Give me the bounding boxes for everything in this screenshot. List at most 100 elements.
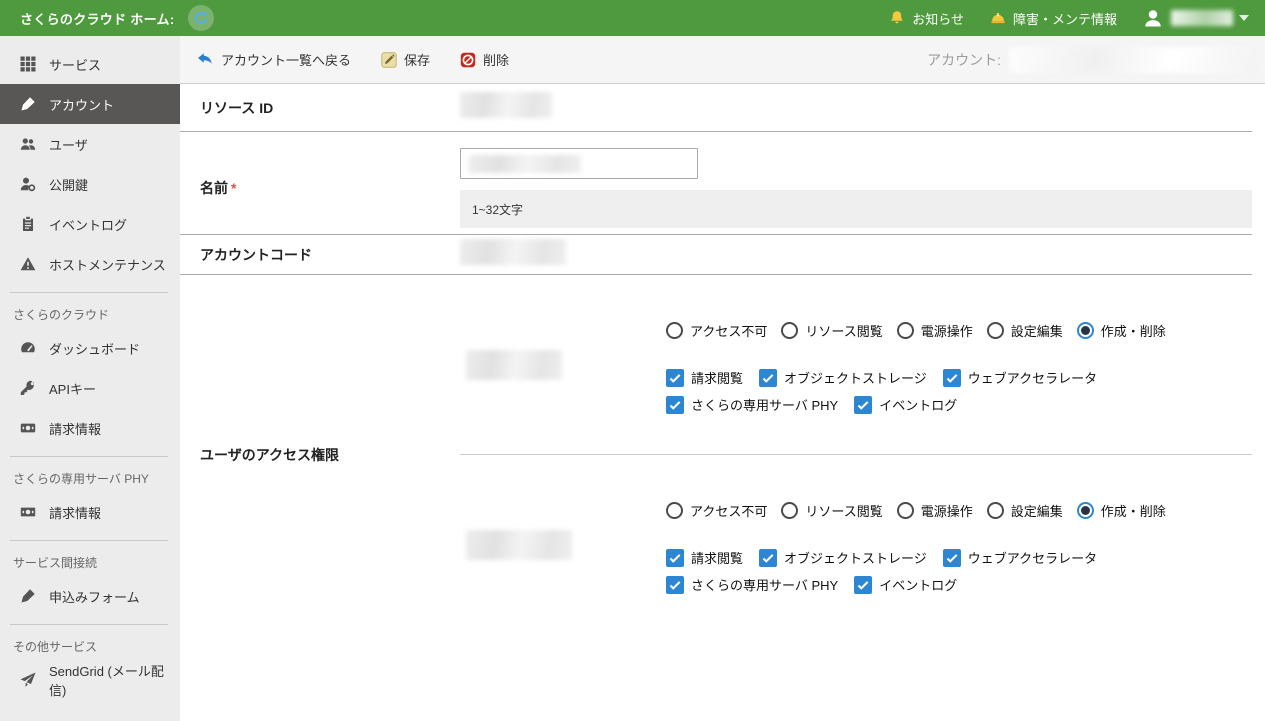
name-field-area: 1~32文字 xyxy=(460,148,1252,228)
name-label: 名前* xyxy=(180,178,460,198)
billing-icon xyxy=(20,420,36,436)
account-edit-form: リソース ID 名前* 1~32文字 xyxy=(180,84,1265,721)
radio-create-delete[interactable]: 作成・削除 xyxy=(1077,321,1166,340)
sidebar-item-sendgrid[interactable]: SendGrid (メール配信) xyxy=(0,660,180,700)
radio-settings-edit[interactable]: 設定編集 xyxy=(987,501,1063,520)
sidebar-item-label: 申込みフォーム xyxy=(49,587,140,606)
grid-icon xyxy=(20,56,36,72)
radio-resource-view[interactable]: リソース閲覧 xyxy=(781,501,882,520)
refresh-button[interactable] xyxy=(188,5,214,31)
account-indicator-label: アカウント: xyxy=(927,50,1001,70)
radio-icon xyxy=(897,322,914,339)
checkbox-event-log[interactable]: イベントログ xyxy=(854,395,957,414)
sidebar-item-api-key[interactable]: APIキー xyxy=(0,368,180,408)
radio-settings-edit[interactable]: 設定編集 xyxy=(987,321,1063,340)
user-permission-block: アクセス不可 リソース閲覧 電源操作 xyxy=(460,455,1252,634)
sidebar-item-billing[interactable]: 請求情報 xyxy=(0,408,180,448)
radio-no-access[interactable]: アクセス不可 xyxy=(666,321,767,340)
sidebar-item-services[interactable]: サービス xyxy=(0,44,180,84)
radio-icon xyxy=(781,322,798,339)
checkbox-checked-icon xyxy=(854,576,872,594)
topbar: さくらのクラウド ホーム: お知らせ 障害・メンテ xyxy=(0,0,1265,36)
radio-power-operation[interactable]: 電源操作 xyxy=(897,501,973,520)
save-button[interactable]: 保存 xyxy=(381,50,430,69)
sidebar-section-title: サービス間接続 xyxy=(0,549,180,576)
radio-resource-view[interactable]: リソース閲覧 xyxy=(781,321,882,340)
billing-icon xyxy=(20,504,36,520)
main-panel: アカウント一覧へ戻る 保存 削除 xyxy=(180,36,1265,721)
checkbox-dedicated-server-phy[interactable]: さくらの専用サーバ PHY xyxy=(666,395,838,414)
radio-selected-icon xyxy=(1077,502,1094,519)
radio-selected-icon xyxy=(1077,322,1094,339)
maintenance-link[interactable]: 障害・メンテ情報 xyxy=(990,9,1117,28)
checkbox-dedicated-server-phy[interactable]: さくらの専用サーバ PHY xyxy=(666,575,838,594)
permissions-label: ユーザのアクセス権限 xyxy=(180,445,460,465)
resource-id-value xyxy=(460,92,1252,123)
checkbox-billing-view[interactable]: 請求閲覧 xyxy=(666,368,743,387)
toolbar-account-indicator: アカウント: xyxy=(927,47,1257,73)
resource-id-label: リソース ID xyxy=(180,98,460,118)
bell-icon xyxy=(889,10,905,26)
user-name-redacted xyxy=(466,530,572,560)
sidebar-item-label: SendGrid (メール配信) xyxy=(49,661,180,699)
sidebar-item-host-maintenance[interactable]: ホストメンテナンス xyxy=(0,244,180,284)
radio-no-access[interactable]: アクセス不可 xyxy=(666,501,767,520)
sidebar-section-title: さくらの専用サーバ PHY xyxy=(0,465,180,492)
checkbox-checked-icon xyxy=(943,369,961,387)
account-code-value xyxy=(460,239,1252,270)
sidebar-item-label: ダッシュボード xyxy=(49,339,140,358)
form-row-name: 名前* 1~32文字 xyxy=(180,132,1252,235)
checkbox-web-accelerator[interactable]: ウェブアクセラレータ xyxy=(943,548,1097,567)
checkbox-event-log[interactable]: イベントログ xyxy=(854,575,957,594)
sidebar-item-label: 請求情報 xyxy=(49,503,101,522)
delete-button[interactable]: 削除 xyxy=(460,50,509,69)
radio-create-delete[interactable]: 作成・削除 xyxy=(1077,501,1166,520)
pen-icon xyxy=(20,588,36,604)
back-arrow-icon xyxy=(196,52,214,68)
sidebar-item-label: イベントログ xyxy=(49,215,127,234)
checkbox-checked-icon xyxy=(666,549,684,567)
sidebar-item-dashboard[interactable]: ダッシュボード xyxy=(0,328,180,368)
checkbox-checked-icon xyxy=(854,396,872,414)
back-to-account-list-button[interactable]: アカウント一覧へ戻る xyxy=(196,50,351,69)
sidebar-section-title: さくらのクラウド xyxy=(0,301,180,328)
checkbox-billing-view[interactable]: 請求閲覧 xyxy=(666,548,743,567)
sidebar-item-application-form[interactable]: 申込みフォーム xyxy=(0,576,180,616)
checkbox-object-storage[interactable]: オブジェクトストレージ xyxy=(759,368,927,387)
user-menu[interactable] xyxy=(1143,8,1249,28)
permission-radio-group: アクセス不可 リソース閲覧 電源操作 xyxy=(666,501,1252,520)
checkbox-object-storage[interactable]: オブジェクトストレージ xyxy=(759,548,927,567)
notice-label: お知らせ xyxy=(912,9,964,28)
radio-power-operation[interactable]: 電源操作 xyxy=(897,321,973,340)
permission-checkbox-group: 請求閲覧 オブジェクトストレージ ウェブアクセラレー xyxy=(666,368,1252,414)
radio-icon xyxy=(987,322,1004,339)
sidebar-item-users[interactable]: ユーザ xyxy=(0,124,180,164)
name-input[interactable] xyxy=(460,148,698,179)
sidebar-item-event-log[interactable]: イベントログ xyxy=(0,204,180,244)
maintenance-label: 障害・メンテ情報 xyxy=(1013,9,1117,28)
delete-button-label: 削除 xyxy=(483,50,509,69)
caret-down-icon xyxy=(1239,15,1249,21)
checkbox-web-accelerator[interactable]: ウェブアクセラレータ xyxy=(943,368,1097,387)
app-root: さくらのクラウド ホーム: お知らせ 障害・メンテ xyxy=(0,0,1265,721)
clipboard-icon xyxy=(20,216,36,232)
app-title: さくらのクラウド ホーム: xyxy=(20,9,174,28)
delete-icon xyxy=(460,52,476,68)
account-code-redacted xyxy=(460,239,566,265)
permission-user-name xyxy=(460,350,666,385)
form-row-resource-id: リソース ID xyxy=(180,84,1252,132)
topbar-links: お知らせ 障害・メンテ情報 xyxy=(889,8,1249,28)
sidebar-item-public-key[interactable]: 公開鍵 xyxy=(0,164,180,204)
user-name-redacted xyxy=(1171,10,1233,26)
sidebar-item-label: ユーザ xyxy=(49,135,88,154)
sidebar-item-phy-billing[interactable]: 請求情報 xyxy=(0,492,180,532)
account-name-redacted xyxy=(1009,47,1257,73)
sidebar-item-label: ホストメンテナンス xyxy=(49,255,166,274)
back-button-label: アカウント一覧へ戻る xyxy=(221,50,351,69)
sidebar-divider xyxy=(10,540,168,541)
notice-link[interactable]: お知らせ xyxy=(889,9,964,28)
user-permission-block: アクセス不可 リソース閲覧 電源操作 xyxy=(460,275,1252,454)
sidebar: サービス アカウント ユーザ xyxy=(0,36,180,721)
sidebar-item-account[interactable]: アカウント xyxy=(0,84,180,124)
main-layout: サービス アカウント ユーザ xyxy=(0,36,1265,721)
